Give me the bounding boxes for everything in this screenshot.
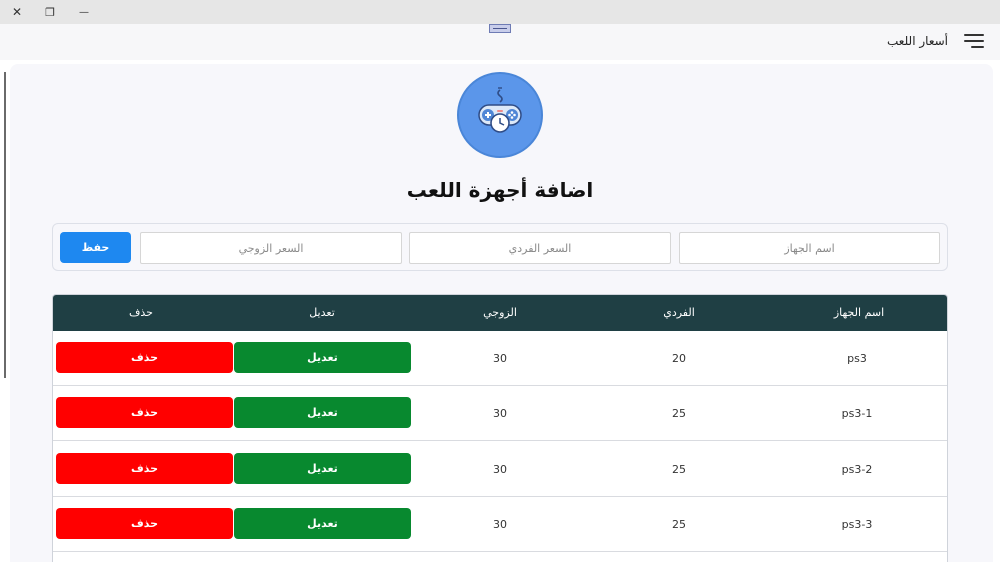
table-header: اسم الجهاز الفردي الزوجي تعديل حذف (53, 295, 947, 331)
edit-button[interactable]: تعديل (234, 508, 411, 539)
double-price-input[interactable] (140, 232, 402, 264)
app-bar: أسعار اللعب (0, 24, 1000, 60)
delete-button[interactable]: حذف (56, 508, 233, 539)
save-button[interactable]: حفظ (60, 232, 131, 263)
page-title: اضافة أجهزة اللعب (406, 178, 594, 202)
device-name-cell: ps3-1 (841, 407, 873, 420)
table-row: ps3-3 25 30 تعديل حذف (53, 497, 947, 552)
table-row: ps3-2 25 30 تعديل حذف (53, 442, 947, 497)
double-price-cell: 30 (493, 352, 507, 365)
scroll-indicator[interactable] (4, 72, 6, 378)
device-name-cell: ps3-2 (841, 463, 873, 476)
device-name-cell: ps3 (847, 352, 867, 365)
header-delete: حذف (129, 306, 153, 319)
gamepad-clock-icon (457, 72, 543, 158)
header-double-price: الزوجي (483, 306, 517, 319)
app-title: أسعار اللعب (887, 34, 948, 48)
table-row: ps3 20 30 تعديل حذف (53, 331, 947, 386)
double-price-cell: 30 (493, 407, 507, 420)
delete-button[interactable]: حذف (56, 397, 233, 428)
double-price-cell: 30 (493, 463, 507, 476)
double-price-cell: 30 (493, 518, 507, 531)
edit-button[interactable]: تعديل (234, 342, 411, 373)
hamburger-menu-icon[interactable] (964, 34, 984, 50)
minimize-icon: — (79, 6, 89, 18)
header-edit: تعديل (309, 306, 335, 319)
close-window-button[interactable]: ✕ (0, 0, 34, 24)
window-titlebar: ✕ ❐ — (0, 0, 1000, 24)
delete-button[interactable]: حذف (56, 342, 233, 373)
drag-handle-icon[interactable] (489, 24, 511, 33)
restore-window-button[interactable]: ❐ (33, 0, 67, 24)
edit-button[interactable]: تعديل (234, 453, 411, 484)
single-price-cell: 25 (672, 463, 686, 476)
table-row: ps3-1 25 30 تعديل حذف (53, 386, 947, 441)
device-name-input[interactable] (679, 232, 940, 264)
restore-icon: ❐ (45, 5, 55, 19)
single-price-cell: 25 (672, 407, 686, 420)
single-price-input[interactable] (409, 232, 671, 264)
delete-button[interactable]: حذف (56, 453, 233, 484)
header-single-price: الفردي (663, 306, 695, 319)
single-price-cell: 20 (672, 352, 686, 365)
device-name-cell: ps3-3 (841, 518, 873, 531)
close-icon: ✕ (11, 5, 23, 19)
edit-button[interactable]: تعديل (234, 397, 411, 428)
minimize-window-button[interactable]: — (67, 0, 101, 24)
devices-table: اسم الجهاز الفردي الزوجي تعديل حذف ps3 2… (52, 294, 948, 562)
single-price-cell: 25 (672, 518, 686, 531)
header-device-name: اسم الجهاز (833, 306, 885, 319)
